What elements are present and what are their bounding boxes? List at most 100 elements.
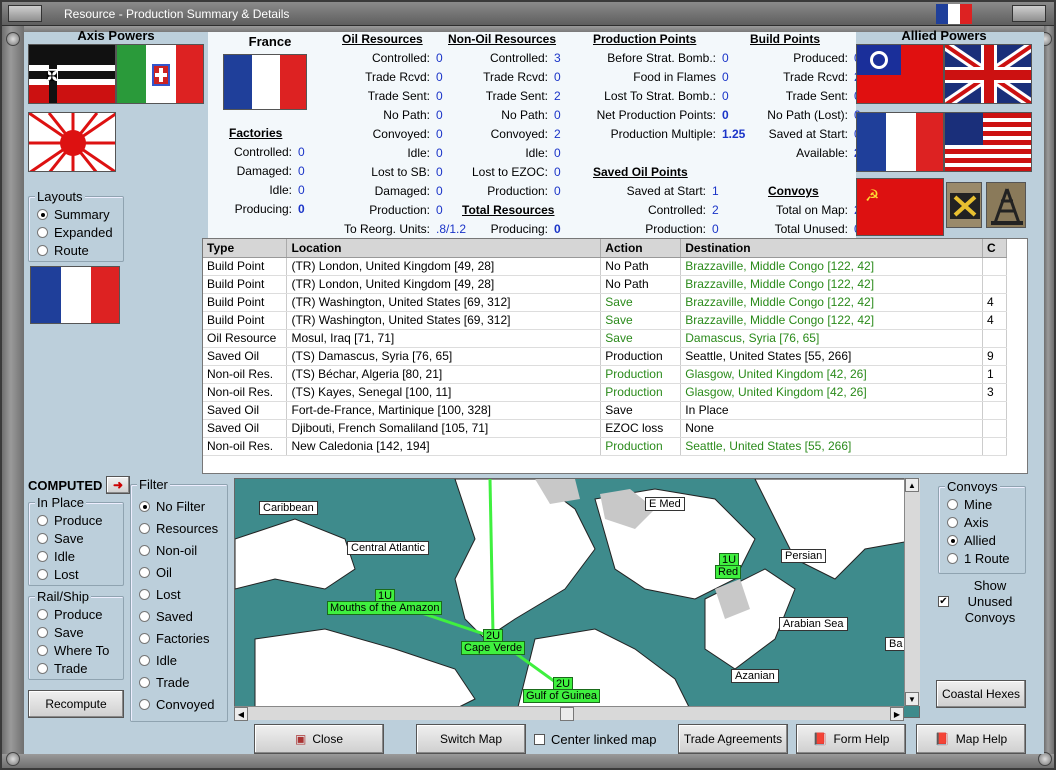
layout-route-radio[interactable]: Route [37, 243, 89, 258]
oil-value: 0 [436, 203, 443, 217]
scroll-down-icon[interactable]: ▼ [905, 692, 919, 706]
table-row[interactable]: Build Point (TR) London, United Kingdom [… [203, 275, 1007, 294]
radio-label: Axis [964, 515, 989, 530]
map-help-button[interactable]: 📕 Map Help [916, 724, 1026, 754]
railship-radio-1[interactable]: Save [37, 625, 84, 640]
scroll-right-icon[interactable]: ▶ [890, 707, 904, 721]
savedoil-key: Production: [645, 222, 706, 236]
table-row[interactable]: Oil Resource Mosul, Iraq [71, 71] Save Dama… [203, 329, 1007, 348]
filter-radio-8[interactable]: Trade [139, 675, 189, 690]
italy-flag-icon[interactable] [116, 44, 204, 104]
prodpoints-value: 0 [722, 89, 729, 103]
filter-radio-4[interactable]: Lost [139, 587, 181, 602]
column-header[interactable]: Action [600, 239, 682, 258]
layout-expanded-label: Expanded [54, 225, 113, 240]
filter-radio-3[interactable]: Oil [139, 565, 172, 580]
railship-radio-0[interactable]: Produce [37, 607, 102, 622]
scroll-left-icon[interactable]: ◀ [234, 707, 248, 721]
column-header[interactable]: Location [286, 239, 602, 258]
filter-radio-7[interactable]: Idle [139, 653, 177, 668]
table-row[interactable]: Saved Oil (TS) Damascus, Syria [76, 65] Pr… [203, 347, 1007, 366]
convoy-radio-3[interactable]: 1 Route [947, 551, 1010, 566]
convoy-radio-0[interactable]: Mine [947, 497, 992, 512]
build-key: Saved at Start: [768, 127, 848, 141]
layout-expanded-radio[interactable]: Expanded [37, 225, 113, 240]
ussr-flag-icon[interactable]: ☭ [856, 178, 944, 236]
selected-country-flag-icon [30, 266, 120, 324]
table-cell [982, 257, 1007, 276]
center-linked-label: Center linked map [551, 732, 657, 747]
coastal-hexes-button[interactable]: Coastal Hexes [936, 680, 1026, 708]
table-row[interactable]: Build Point (TR) London, United Kingdom [… [203, 257, 1007, 276]
filter-radio-0[interactable]: No Filter [139, 499, 205, 514]
table-row[interactable]: Saved Oil Djibouti, French Somaliland [10… [203, 419, 1007, 438]
center-linked-map-checkbox[interactable]: Center linked map [534, 732, 657, 747]
nonoil-key: Trade Sent: [485, 89, 548, 103]
table-row[interactable]: Non-oil Res. New Caledonia [142, 194] Prod… [203, 437, 1007, 456]
usa-flag-icon[interactable] [944, 112, 1032, 172]
filter-radio-6[interactable]: Factories [139, 631, 209, 646]
close-window-button[interactable] [1012, 5, 1046, 22]
inplace-radio-2[interactable]: Idle [37, 549, 75, 564]
convoy-radio-1[interactable]: Axis [947, 515, 989, 530]
book-icon: 📕 [812, 732, 828, 746]
switch-map-button[interactable]: Switch Map [416, 724, 526, 754]
title-bar[interactable]: Resource - Production Summary & Details [2, 2, 1054, 26]
layout-summary-radio[interactable]: Summary [37, 207, 110, 222]
resource-table[interactable]: Type Location Action Destination C Build Poi… [202, 238, 1028, 474]
column-header[interactable]: C [982, 239, 1007, 258]
radio-label: Oil [156, 565, 172, 580]
map-view[interactable]: Caribbean Central Atlantic E Med Persian… [234, 478, 920, 718]
table-row[interactable]: Non-oil Res. (TS) Kayes, Senegal [100, 11… [203, 383, 1007, 402]
mining-icon[interactable] [946, 182, 982, 228]
filter-radio-5[interactable]: Saved [139, 609, 193, 624]
japan-flag-icon[interactable] [28, 112, 116, 172]
table-row[interactable]: Build Point (TR) Washington, United State… [203, 311, 1007, 330]
table-cell [982, 437, 1007, 456]
convoys-row: Total Unused:0 [734, 222, 861, 236]
table-cell: 4 [982, 293, 1007, 312]
inplace-radio-1[interactable]: Save [37, 531, 84, 546]
main-window: Resource - Production Summary & Details … [0, 0, 1056, 770]
svg-text:☭: ☭ [865, 188, 879, 205]
column-header[interactable]: Destination [680, 239, 983, 258]
menu-button[interactable] [8, 5, 42, 22]
filter-radio-1[interactable]: Resources [139, 521, 218, 536]
germany-flag-icon[interactable]: ✠ [28, 44, 116, 104]
oil-resources-header: Oil Resources [342, 32, 423, 46]
railship-radio-2[interactable]: Where To [37, 643, 109, 658]
map-label-mouths-amazon[interactable]: Mouths of the Amazon [327, 601, 443, 615]
filter-radio-9[interactable]: Convoyed [139, 697, 215, 712]
map-vertical-scrollbar[interactable]: ▲ ▼ [904, 478, 920, 706]
convoy-radio-2[interactable]: Allied [947, 533, 996, 548]
map-label-red[interactable]: Red [715, 565, 742, 579]
railship-radio-3[interactable]: Trade [37, 661, 87, 676]
filter-radio-2[interactable]: Non-oil [139, 543, 197, 558]
table-cell: Save [600, 293, 682, 312]
trade-agreements-button[interactable]: Trade Agreements [678, 724, 788, 754]
inplace-radio-3[interactable]: Lost [37, 567, 79, 582]
table-row[interactable]: Saved Oil Fort-de-France, Martinique [100… [203, 401, 1007, 420]
oil-derrick-icon[interactable] [986, 182, 1026, 228]
close-button[interactable]: ▣ Close [254, 724, 384, 754]
map-label-cape-verde[interactable]: Cape Verde [461, 641, 526, 655]
inplace-radio-0[interactable]: Produce [37, 513, 102, 528]
uk-flag-icon[interactable] [944, 44, 1032, 104]
scroll-up-icon[interactable]: ▲ [905, 478, 919, 492]
china-flag-icon[interactable] [856, 44, 944, 104]
map-label-gulf-guinea[interactable]: Gulf of Guinea [523, 689, 600, 703]
form-help-button[interactable]: 📕 Form Help [796, 724, 906, 754]
column-header[interactable]: Type [203, 239, 288, 258]
map-horizontal-scrollbar[interactable]: ◀ ▶ [234, 706, 904, 721]
nonoil-row: Trade Sent: 2 [420, 89, 561, 103]
france-allied-flag-icon[interactable] [856, 112, 944, 172]
table-row[interactable]: Build Point (TR) Washington, United State… [203, 293, 1007, 312]
table-row[interactable]: Non-oil Res. (TS) Béchar, Algeria [80, 21… [203, 365, 1007, 384]
show-unused-convoys[interactable]: ✔ Show Unused Convoys [938, 578, 1026, 626]
scroll-thumb[interactable] [560, 707, 574, 721]
show-unused-checkbox[interactable]: ✔ [938, 596, 949, 607]
map-label-persian: Persian [781, 549, 827, 563]
recompute-button[interactable]: Recompute [28, 690, 124, 718]
computed-arrow-button[interactable]: ➜ [106, 476, 130, 494]
nonoil-row: Production: 0 [420, 184, 560, 198]
